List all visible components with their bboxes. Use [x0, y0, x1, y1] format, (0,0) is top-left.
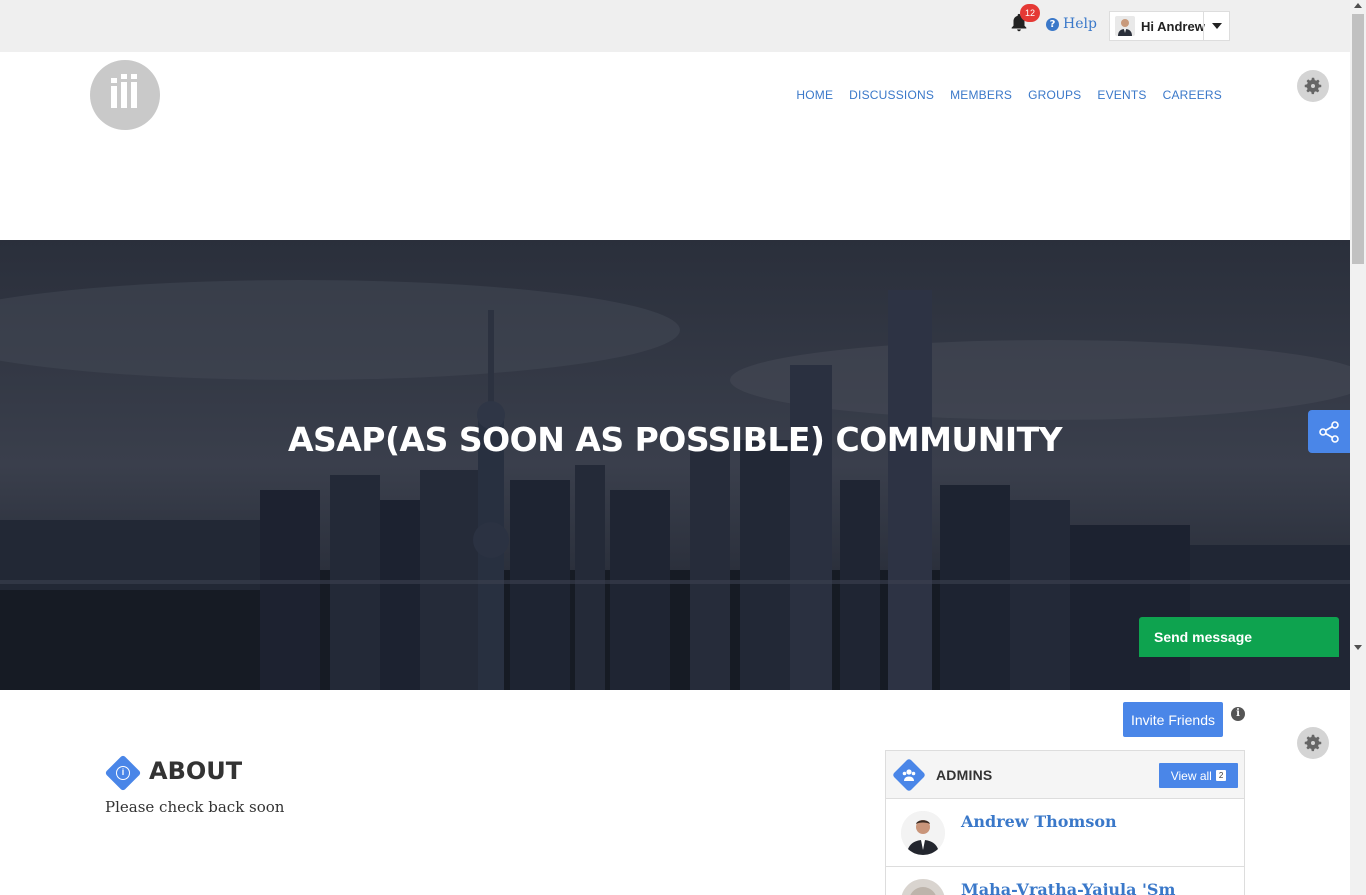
admins-group-icon — [892, 758, 926, 792]
admins-header: ADMINS View all 2 — [886, 751, 1244, 799]
invite-friends-button[interactable]: Invite Friends — [1123, 702, 1223, 737]
page: 12 ? Help Hi Andrew HOME DISCUSSIONS MEM… — [0, 0, 1366, 895]
about-info-icon: i — [104, 754, 142, 792]
scroll-thumb[interactable] — [1352, 14, 1364, 264]
nav-discussions[interactable]: DISCUSSIONS — [849, 88, 934, 102]
notification-count-badge: 12 — [1020, 4, 1040, 22]
admins-heading: ADMINS — [936, 767, 993, 783]
user-menu[interactable]: Hi Andrew — [1109, 11, 1230, 41]
nav-events[interactable]: EVENTS — [1097, 88, 1146, 102]
share-button[interactable] — [1308, 410, 1350, 453]
view-all-label: View all — [1170, 768, 1212, 783]
admin-name-link[interactable]: Andrew Thomson — [961, 812, 1117, 831]
nav-groups[interactable]: GROUPS — [1028, 88, 1081, 102]
content-settings-gear-icon[interactable] — [1297, 727, 1329, 759]
main-navigation: HOME DISCUSSIONS MEMBERS GROUPS EVENTS C… — [796, 88, 1222, 102]
about-text: Please check back soon — [105, 798, 285, 816]
send-message-button[interactable]: Send message — [1139, 617, 1339, 657]
admins-count-badge: 2 — [1215, 770, 1227, 781]
nav-home[interactable]: HOME — [796, 88, 833, 102]
admin-name-link[interactable]: Maha-Vratha-Yajula 'Sm — [961, 880, 1175, 895]
community-title: ASAP(AS SOON AS POSSIBLE) COMMUNITY — [287, 420, 1063, 459]
about-heading: ABOUT — [149, 757, 243, 785]
nav-members[interactable]: MEMBERS — [950, 88, 1012, 102]
admin-avatar[interactable] — [901, 811, 945, 855]
admin-avatar[interactable] — [901, 879, 945, 895]
help-label: Help — [1063, 16, 1097, 32]
question-circle-icon: ? — [1046, 17, 1059, 31]
admins-panel: ADMINS View all 2 Andrew Thomson Maha-Vr… — [885, 750, 1245, 895]
scroll-down-arrow-icon[interactable] — [1354, 645, 1362, 650]
header-settings-gear-icon[interactable] — [1297, 70, 1329, 102]
share-icon — [1319, 420, 1339, 443]
nav-careers[interactable]: CAREERS — [1163, 88, 1222, 102]
view-all-admins-button[interactable]: View all 2 — [1159, 763, 1238, 788]
site-logo[interactable] — [90, 60, 160, 130]
info-icon[interactable]: i — [1231, 707, 1245, 721]
help-link[interactable]: ? Help — [1046, 16, 1097, 32]
caret-down-icon[interactable] — [1203, 12, 1229, 40]
user-avatar — [1115, 16, 1135, 36]
user-greeting: Hi Andrew — [1141, 18, 1205, 34]
admin-list-item: Andrew Thomson — [886, 799, 1244, 867]
admin-list-item: Maha-Vratha-Yajula 'Sm — [886, 867, 1244, 895]
page-scrollbar[interactable] — [1350, 0, 1366, 895]
top-utility-bar: 12 ? Help Hi Andrew — [0, 0, 1350, 52]
scroll-up-arrow-icon[interactable] — [1354, 3, 1362, 8]
